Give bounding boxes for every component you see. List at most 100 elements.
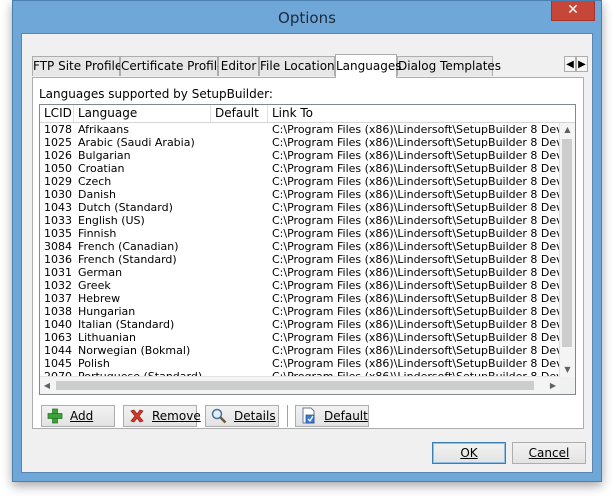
cell-lcid: 1032: [44, 279, 72, 292]
cell-link-to: C:\Program Files (x86)\Lindersoft\SetupB…: [272, 136, 560, 149]
add-button[interactable]: Add: [41, 405, 115, 427]
table-row[interactable]: 1063 Lithuanian C:\Program Files (x86)\Lin…: [40, 331, 560, 344]
table-row[interactable]: 1029 Czech C:\Program Files (x86)\Linderso…: [40, 175, 560, 188]
table-row[interactable]: 1050 Croatian C:\Program Files (x86)\Linde…: [40, 162, 560, 175]
cell-lcid: 1040: [44, 318, 72, 331]
cell-lcid: 1045: [44, 357, 72, 370]
table-row[interactable]: 1036 French (Standard) C:\Program Files (x…: [40, 253, 560, 266]
column-header-default[interactable]: Default: [211, 105, 268, 122]
table-row[interactable]: 1040 Italian (Standard) C:\Program Files (…: [40, 318, 560, 331]
cell-link-to: C:\Program Files (x86)\Lindersoft\SetupB…: [272, 149, 560, 162]
table-row[interactable]: 1031 German C:\Program Files (x86)\Linders…: [40, 266, 560, 279]
table-row[interactable]: 1032 Greek C:\Program Files (x86)\Linderso…: [40, 279, 560, 292]
cell-link-to: C:\Program Files (x86)\Lindersoft\SetupB…: [272, 344, 560, 357]
cell-language: Polish: [78, 357, 110, 370]
scroll-down-icon[interactable]: ▼: [560, 363, 575, 377]
cell-link-to: C:\Program Files (x86)\Lindersoft\SetupB…: [272, 162, 560, 175]
languages-panel: Languages supported by SetupBuilder: LCI…: [32, 77, 584, 429]
remove-button-label: Remove: [152, 409, 201, 423]
cancel-button[interactable]: Cancel: [512, 442, 586, 464]
cell-lcid: 1029: [44, 175, 72, 188]
table-row[interactable]: 1035 Finnish C:\Program Files (x86)\Linder…: [40, 227, 560, 240]
cell-lcid: 1038: [44, 305, 72, 318]
details-button-label: Details: [234, 409, 276, 423]
cell-lcid: 1026: [44, 149, 72, 162]
document-default-icon: [300, 407, 318, 425]
scroll-right-icon[interactable]: ▶: [546, 377, 560, 394]
cell-link-to: C:\Program Files (x86)\Lindersoft\SetupB…: [272, 292, 560, 305]
cell-lcid: 3084: [44, 240, 72, 253]
tab-file-locations[interactable]: File Locations: [259, 56, 341, 76]
delete-icon: [128, 407, 146, 425]
table-row[interactable]: 1045 Polish C:\Program Files (x86)\Linders…: [40, 357, 560, 370]
remove-button[interactable]: Remove: [123, 405, 201, 427]
cell-lcid: 1063: [44, 331, 72, 344]
list-rows: 1078 Afrikaans C:\Program Files (x86)\Lind…: [40, 123, 560, 376]
column-header-lcid[interactable]: LCID: [40, 105, 74, 122]
cell-language: Croatian: [78, 162, 125, 175]
languages-label: Languages supported by SetupBuilder:: [39, 87, 273, 101]
table-row[interactable]: 1026 Bulgarian C:\Program Files (x86)\Lind…: [40, 149, 560, 162]
cell-lcid: 1043: [44, 201, 72, 214]
vertical-scroll-thumb[interactable]: [562, 139, 572, 347]
close-button[interactable]: ✕: [551, 1, 595, 21]
cell-link-to: C:\Program Files (x86)\Lindersoft\SetupB…: [272, 188, 560, 201]
table-row[interactable]: 1033 English (US) C:\Program Files (x86)\L…: [40, 214, 560, 227]
table-row[interactable]: 3084 French (Canadian) C:\Program Files (x…: [40, 240, 560, 253]
cell-language: Hungarian: [78, 305, 136, 318]
cell-link-to: C:\Program Files (x86)\Lindersoft\SetupB…: [272, 266, 560, 279]
table-row[interactable]: 1038 Hungarian C:\Program Files (x86)\Lind…: [40, 305, 560, 318]
table-row[interactable]: 1078 Afrikaans C:\Program Files (x86)\Lind…: [40, 123, 560, 136]
column-header-link-to[interactable]: Link To: [268, 105, 575, 122]
cell-lcid: 1035: [44, 227, 72, 240]
cell-language: French (Standard): [78, 253, 177, 266]
cell-language: Hebrew: [78, 292, 121, 305]
window-title: Options: [278, 9, 336, 27]
table-row[interactable]: 1044 Norwegian (Bokmal) C:\Program Files (…: [40, 344, 560, 357]
vertical-scrollbar[interactable]: ▲ ▼: [559, 123, 575, 377]
tab-languages[interactable]: Languages: [335, 54, 401, 78]
cell-language: Danish: [78, 188, 116, 201]
cell-language: Greek: [78, 279, 111, 292]
cell-lcid: 1078: [44, 123, 72, 136]
tab-scroll-left-icon[interactable]: ◀: [564, 56, 576, 72]
cell-link-to: C:\Program Files (x86)\Lindersoft\SetupB…: [272, 318, 560, 331]
horizontal-scroll-thumb[interactable]: [56, 381, 534, 390]
cell-lcid: 1025: [44, 136, 72, 149]
cell-link-to: C:\Program Files (x86)\Lindersoft\SetupB…: [272, 201, 560, 214]
scroll-up-icon[interactable]: ▲: [560, 123, 575, 137]
horizontal-scrollbar[interactable]: ◀ ▶: [40, 376, 560, 394]
languages-list[interactable]: LCID Language Default Link To 1078 Afrika…: [39, 104, 576, 395]
tab-dialog-templates[interactable]: Dialog Templates: [397, 56, 501, 76]
default-button[interactable]: Default: [295, 405, 369, 427]
cancel-button-label: Cancel: [528, 446, 570, 460]
button-separator: [287, 405, 288, 427]
tab-editor[interactable]: Editor: [218, 56, 259, 76]
options-window: Options ✕ FTP Site Profiles Certificate …: [12, 0, 602, 482]
details-button[interactable]: Details: [205, 405, 279, 427]
cell-link-to: C:\Program Files (x86)\Lindersoft\SetupB…: [272, 240, 560, 253]
cell-language: Norwegian (Bokmal): [78, 344, 191, 357]
scroll-left-icon[interactable]: ◀: [40, 377, 54, 394]
cell-language: English (US): [78, 214, 145, 227]
scrollbar-corner: [560, 377, 575, 394]
table-row[interactable]: 1030 Danish C:\Program Files (x86)\Linders…: [40, 188, 560, 201]
ok-button[interactable]: OK: [432, 442, 506, 464]
cell-language: German: [78, 266, 123, 279]
tab-scroll-right-icon[interactable]: ▶: [576, 56, 588, 72]
tab-certificate-profiles[interactable]: Certificate Profiles: [120, 56, 231, 76]
tab-ftp-site-profiles[interactable]: FTP Site Profiles: [32, 56, 129, 76]
cell-language: Dutch (Standard): [78, 201, 173, 214]
cell-language: Arabic (Saudi Arabia): [78, 136, 195, 149]
column-header-language[interactable]: Language: [74, 105, 211, 122]
table-row[interactable]: 1043 Dutch (Standard) C:\Program Files (x8…: [40, 201, 560, 214]
cell-link-to: C:\Program Files (x86)\Lindersoft\SetupB…: [272, 357, 560, 370]
table-row[interactable]: 1037 Hebrew C:\Program Files (x86)\Linders…: [40, 292, 560, 305]
cell-language: Lithuanian: [78, 331, 136, 344]
table-row[interactable]: 1025 Arabic (Saudi Arabia) C:\Program File…: [40, 136, 560, 149]
cell-link-to: C:\Program Files (x86)\Lindersoft\SetupB…: [272, 253, 560, 266]
cell-language: Afrikaans: [78, 123, 129, 136]
cell-link-to: C:\Program Files (x86)\Lindersoft\SetupB…: [272, 331, 560, 344]
cell-link-to: C:\Program Files (x86)\Lindersoft\SetupB…: [272, 214, 560, 227]
title-bar[interactable]: Options ✕: [13, 1, 601, 33]
